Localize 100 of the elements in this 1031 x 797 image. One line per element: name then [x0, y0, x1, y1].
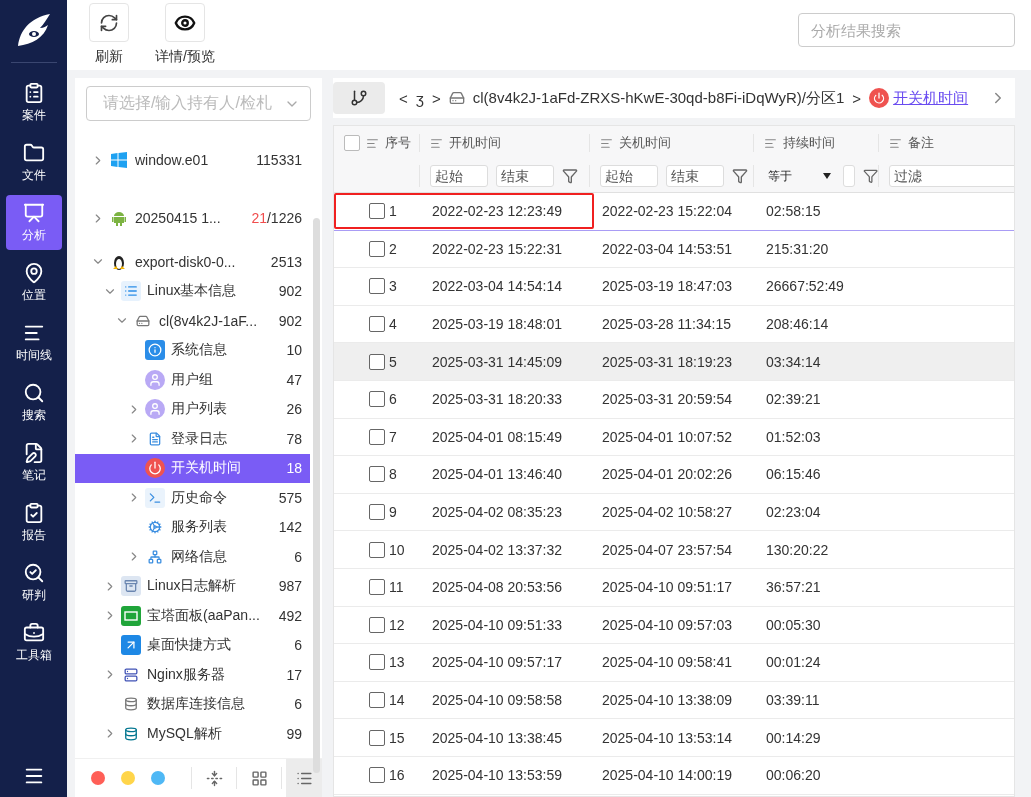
nav-item[interactable]: 报告: [5, 495, 62, 550]
table-cell: 2025-04-10 13:38:09: [602, 692, 732, 708]
folder-icon: [22, 141, 45, 164]
search-field[interactable]: 分析结果搜索: [798, 13, 1015, 47]
tree-item[interactable]: 数据库连接信息 6: [75, 689, 310, 719]
table-cell: 2022-02-23 12:23:49: [432, 203, 562, 220]
row-checkbox[interactable]: [369, 579, 385, 596]
tree-item[interactable]: 用户组 47: [75, 365, 310, 395]
row-checkbox[interactable]: [369, 654, 385, 671]
start-field[interactable]: 起始: [600, 165, 658, 187]
column-menu-icon[interactable]: [764, 136, 777, 150]
nav-item[interactable]: 位置: [5, 255, 62, 310]
tree-item[interactable]: 桌面快捷方式 6: [75, 630, 310, 660]
tree-item[interactable]: 服务列表 142: [75, 512, 310, 542]
table-cell: 2025-04-10 09:58:41: [602, 654, 732, 671]
end-field[interactable]: 结束: [666, 165, 724, 187]
breadcrumb-separator: >: [852, 89, 862, 107]
nav-item[interactable]: 工具箱: [5, 615, 62, 670]
archive-icon: [121, 576, 141, 597]
table-row[interactable]: 5 2025-03-31 14:45:09 2025-03-31 18:19:23 03:34:14: [334, 343, 1014, 381]
column-header[interactable]: 序号: [385, 134, 411, 152]
table-cell: 10: [389, 541, 405, 558]
row-checkbox[interactable]: [369, 278, 385, 295]
table-cell: 02:23:04: [766, 504, 821, 521]
tree-item[interactable]: Linux基本信息 902: [75, 276, 310, 306]
tree-item[interactable]: MySQL解析 99: [75, 719, 310, 749]
table-cell: 2025-04-10 14:00:19: [602, 767, 732, 784]
color-dot[interactable]: [121, 771, 135, 785]
filter-field[interactable]: 过滤: [889, 165, 1014, 187]
tree-item[interactable]: 宝塔面板(aaPan... 492: [75, 601, 310, 631]
column-menu-icon[interactable]: [366, 136, 379, 150]
row-checkbox[interactable]: [369, 767, 385, 784]
filter-icon[interactable]: [862, 168, 878, 184]
row-checkbox[interactable]: [369, 466, 385, 483]
row-checkbox[interactable]: [369, 729, 385, 746]
list-view-button[interactable]: [286, 759, 322, 797]
tree-item[interactable]: 历史命令 575: [75, 483, 310, 513]
tree-item[interactable]: 登录日志 78: [75, 424, 310, 454]
preview-button[interactable]: 详情/预览: [155, 3, 215, 66]
breadcrumb-item[interactable]: ʒ: [415, 89, 424, 107]
row-checkbox[interactable]: [369, 428, 385, 445]
column-menu-icon[interactable]: [600, 136, 613, 150]
start-field[interactable]: 起始: [430, 165, 488, 187]
table-cell: 13: [389, 654, 405, 671]
column-header[interactable]: 持续时间: [783, 134, 835, 152]
tree-item[interactable]: Linux日志解析 987: [75, 571, 310, 601]
filter-icon[interactable]: [562, 168, 578, 184]
scrollbar[interactable]: [313, 218, 320, 773]
color-dot[interactable]: [151, 771, 165, 785]
select-all-checkbox[interactable]: [344, 135, 360, 151]
tree-item[interactable]: 用户列表 26: [75, 394, 310, 424]
back-arrow[interactable]: <: [399, 89, 408, 107]
row-checkbox[interactable]: [369, 353, 385, 370]
value-field[interactable]: [842, 165, 855, 187]
collapse-icon: [205, 769, 223, 787]
tree-item[interactable]: Nginx服务器 17: [75, 660, 310, 690]
toolbox-icon: [22, 621, 45, 644]
row-checkbox[interactable]: [369, 541, 385, 558]
branch-button[interactable]: [333, 82, 385, 114]
row-checkbox[interactable]: [369, 316, 385, 333]
nav-item[interactable]: 搜索: [5, 375, 62, 430]
row-checkbox[interactable]: [369, 504, 385, 521]
operator-select[interactable]: 等于: [764, 165, 835, 187]
breadcrumb-link[interactable]: 开关机时间: [893, 88, 969, 108]
tree-item[interactable]: 系统信息 10: [75, 335, 310, 365]
tree-item[interactable]: 20250415 1... 21/1226: [75, 189, 310, 247]
breadcrumb-item[interactable]: cl(8v4k2J-1aFd-ZRXS-hKwE-30qd-b8Fi-iDqWyR)/分区1: [472, 88, 845, 108]
tree-item[interactable]: export-disk0-0... 2513: [75, 247, 310, 277]
tree-item[interactable]: cl(8v4k2J-1aF... 902: [75, 306, 310, 336]
table-cell: 2025-04-01 10:07:52: [602, 428, 732, 445]
row-checkbox[interactable]: [369, 616, 385, 633]
color-dot[interactable]: [91, 771, 105, 785]
row-checkbox[interactable]: [369, 203, 385, 220]
table-cell: 208:46:14: [766, 316, 829, 333]
tree-item[interactable]: 网络信息 6: [75, 542, 310, 572]
nav-item[interactable]: 文件: [5, 135, 62, 190]
table-cell: 2025-04-10 09:51:33: [432, 616, 562, 633]
nav-item[interactable]: 案件: [5, 75, 62, 130]
table-cell: 2025-04-10 09:57:17: [432, 654, 562, 671]
tree-item[interactable]: window.e01 115331: [75, 131, 310, 189]
filter-icon[interactable]: [732, 168, 748, 184]
column-menu-icon[interactable]: [889, 136, 902, 150]
tree-item[interactable]: 开关机时间 18: [75, 453, 310, 483]
table-cell: 9: [389, 504, 397, 521]
row-checkbox[interactable]: [369, 692, 385, 708]
column-header[interactable]: 备注: [908, 134, 934, 152]
table-cell: 2025-04-08 20:53:56: [432, 579, 562, 596]
column-header[interactable]: 开机时间: [449, 134, 501, 152]
nav-item[interactable]: 分析: [5, 195, 62, 250]
end-field[interactable]: 结束: [496, 165, 554, 187]
column-header[interactable]: 关机时间: [619, 134, 671, 152]
shortcut-icon: [121, 635, 141, 656]
row-checkbox[interactable]: [369, 391, 385, 408]
row-checkbox[interactable]: [369, 240, 385, 257]
nav-item[interactable]: 研判: [5, 555, 62, 610]
nav-item[interactable]: 笔记: [5, 435, 62, 490]
nav-item[interactable]: 时间线: [5, 315, 62, 370]
column-menu-icon[interactable]: [430, 136, 443, 150]
table-row[interactable]: 1 2022-02-23 12:23:49 2022-02-23 15:22:04 02:58:15: [334, 193, 1014, 231]
table-cell: 5: [389, 353, 397, 370]
